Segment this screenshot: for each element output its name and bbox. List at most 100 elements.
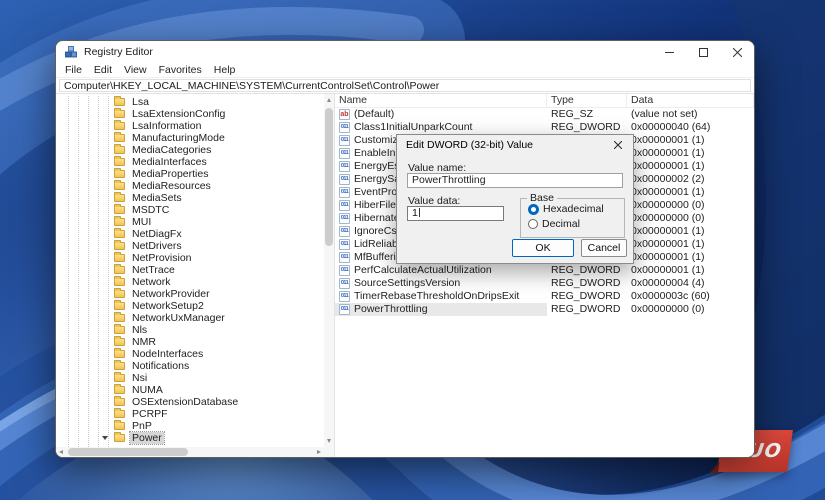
scroll-down-icon[interactable] — [326, 439, 331, 443]
menu-help[interactable]: Help — [208, 64, 242, 76]
tree-item-label: NodeInterfaces — [132, 348, 204, 360]
tree-item-label: PCRPF — [132, 408, 168, 420]
tree-item-ManufacturingMode[interactable]: ManufacturingMode — [56, 132, 324, 144]
dword-value-icon — [339, 122, 350, 133]
tree-item-label: NetProvision — [132, 252, 192, 264]
folder-icon — [114, 168, 125, 178]
tree-item-NetworkProvider[interactable]: NetworkProvider — [56, 288, 324, 300]
registry-value-row[interactable]: (Default) REG_SZ (value not set) — [335, 108, 754, 121]
title-bar[interactable]: Registry Editor — [56, 41, 754, 63]
tree-vertical-scrollbar[interactable] — [324, 94, 334, 447]
menu-favorites[interactable]: Favorites — [153, 64, 208, 76]
tree-item-MediaCategories[interactable]: MediaCategories — [56, 144, 324, 156]
value-data-cell: 0x00000040 (64) — [631, 121, 711, 133]
tree-item-LsaInformation[interactable]: LsaInformation — [56, 120, 324, 132]
dword-value-icon — [339, 304, 350, 315]
tree-item-NetDiagFx[interactable]: NetDiagFx — [56, 228, 324, 240]
tree-item-Network[interactable]: Network — [56, 276, 324, 288]
value-data-field[interactable]: 1 — [407, 206, 504, 221]
folder-icon — [114, 96, 125, 106]
tree-item-label: LsaExtensionConfig — [132, 108, 226, 120]
tree-item-NetworkSetup2[interactable]: NetworkSetup2 — [56, 300, 324, 312]
registry-value-row[interactable]: PowerThrottling REG_DWORD 0x00000000 (0) — [335, 303, 754, 316]
folder-icon — [114, 384, 125, 394]
hexadecimal-radio[interactable]: Hexadecimal — [528, 203, 604, 215]
column-header-data[interactable]: Data — [627, 94, 754, 107]
value-data-cell: 0x00000001 (1) — [631, 134, 705, 146]
decimal-radio-label: Decimal — [542, 218, 580, 230]
tree-item-label: NetworkProvider — [132, 288, 210, 300]
tree-item-label: PnP — [132, 420, 152, 432]
scroll-up-icon[interactable] — [326, 98, 331, 102]
folder-icon — [114, 396, 125, 406]
dword-value-icon — [339, 161, 350, 172]
tree-item-MediaResources[interactable]: MediaResources — [56, 180, 324, 192]
tree-item-Notifications[interactable]: Notifications — [56, 360, 324, 372]
tree-item-NUMA[interactable]: NUMA — [56, 384, 324, 396]
value-name-text: PowerThrottling — [354, 303, 428, 315]
maximize-button[interactable] — [686, 41, 720, 63]
horizontal-scrollbar-thumb[interactable] — [68, 448, 188, 456]
folder-icon — [114, 240, 125, 250]
tree-item-MediaProperties[interactable]: MediaProperties — [56, 168, 324, 180]
address-bar[interactable]: Computer\HKEY_LOCAL_MACHINE\SYSTEM\Curre… — [59, 79, 751, 92]
registry-value-row[interactable]: SourceSettingsVersion REG_DWORD 0x00000004… — [335, 277, 754, 290]
folder-icon — [114, 408, 125, 418]
tree-item-label: NMR — [132, 336, 156, 348]
close-icon — [732, 47, 742, 57]
folder-icon — [114, 156, 125, 166]
scroll-left-icon[interactable] — [59, 449, 63, 454]
tree-item-NetworkUxManager[interactable]: NetworkUxManager — [56, 312, 324, 324]
tree-item-MSDTC[interactable]: MSDTC — [56, 204, 324, 216]
value-data-cell: 0x00000000 (0) — [631, 199, 705, 211]
scroll-right-icon[interactable] — [317, 449, 321, 454]
folder-icon — [114, 288, 125, 298]
menu-view[interactable]: View — [118, 64, 153, 76]
value-data-cell: 0x00000001 (1) — [631, 251, 705, 263]
tree-item-Power[interactable]: Power — [56, 431, 324, 445]
value-data-cell: (value not set) — [631, 108, 698, 120]
tree-item-MUI[interactable]: MUI — [56, 216, 324, 228]
tree-item-MediaInterfaces[interactable]: MediaInterfaces — [56, 156, 324, 168]
registry-value-row[interactable]: Class1InitialUnparkCount REG_DWORD 0x00000… — [335, 121, 754, 134]
tree-item-Lsa[interactable]: Lsa — [56, 96, 324, 108]
value-data-cell: 0x00000002 (2) — [631, 173, 705, 185]
column-header-type[interactable]: Type — [547, 94, 627, 107]
tree-item-label: NUMA — [132, 384, 163, 396]
address-bar-container: Computer\HKEY_LOCAL_MACHINE\SYSTEM\Curre… — [56, 78, 754, 94]
tree-item-OSExtensionDatabase[interactable]: OSExtensionDatabase — [56, 396, 324, 408]
value-name-cell: PerfCalculateActualUtilization — [335, 264, 547, 277]
dword-value-icon — [339, 148, 350, 159]
column-header-name[interactable]: Name — [335, 94, 547, 107]
minimize-button[interactable] — [652, 41, 686, 63]
value-type-cell: REG_SZ — [551, 108, 594, 120]
tree-horizontal-scrollbar[interactable] — [56, 447, 324, 457]
tree-item-NetDrivers[interactable]: NetDrivers — [56, 240, 324, 252]
value-data-cell: 0x00000001 (1) — [631, 264, 705, 276]
decimal-radio[interactable]: Decimal — [528, 218, 580, 230]
cancel-button[interactable]: Cancel — [581, 239, 627, 257]
value-name-field[interactable]: PowerThrottling — [407, 173, 623, 188]
value-data-cell: 0x00000004 (4) — [631, 277, 705, 289]
menu-file[interactable]: File — [59, 64, 88, 76]
tree-item-MediaSets[interactable]: MediaSets — [56, 192, 324, 204]
tree-item-NetProvision[interactable]: NetProvision — [56, 252, 324, 264]
dialog-close-button[interactable] — [604, 136, 632, 153]
registry-value-row[interactable]: TimerRebaseThresholdOnDripsExit REG_DWORD… — [335, 290, 754, 303]
dialog-title[interactable]: Edit DWORD (32-bit) Value — [397, 135, 633, 154]
tree-item-NetTrace[interactable]: NetTrace — [56, 264, 324, 276]
close-button[interactable] — [720, 41, 754, 63]
tree-item-PCRPF[interactable]: PCRPF — [56, 408, 324, 420]
tree-item-NMR[interactable]: NMR — [56, 336, 324, 348]
maximize-icon — [698, 47, 708, 57]
tree-item-LsaExtensionConfig[interactable]: LsaExtensionConfig — [56, 108, 324, 120]
tree-item-NodeInterfaces[interactable]: NodeInterfaces — [56, 348, 324, 360]
registry-value-row[interactable]: PerfCalculateActualUtilization REG_DWORD 0… — [335, 264, 754, 277]
tree-item-PnP[interactable]: PnP — [56, 420, 324, 432]
tree-item-Nls[interactable]: Nls — [56, 324, 324, 336]
ok-button[interactable]: OK — [512, 239, 574, 257]
vertical-scrollbar-thumb[interactable] — [325, 108, 333, 246]
menu-edit[interactable]: Edit — [88, 64, 118, 76]
tree-item-Nsi[interactable]: Nsi — [56, 372, 324, 384]
tree-item-label: MediaSets — [132, 192, 182, 204]
